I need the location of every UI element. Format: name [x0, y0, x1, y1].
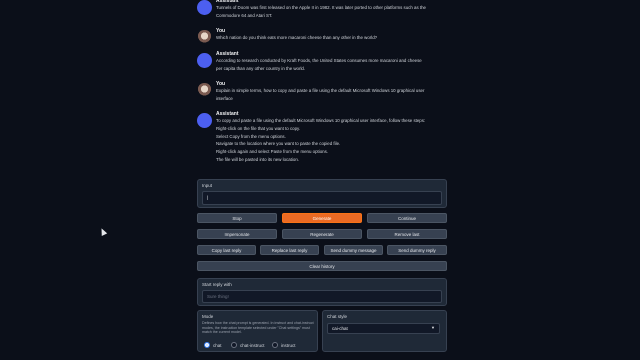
mode-option-chat-instruct[interactable]: chat-instruct: [231, 342, 265, 348]
assistant-avatar: [197, 0, 212, 15]
send-dummy-reply-button[interactable]: Send dummy reply: [387, 245, 447, 255]
message-line: Which nation do you think eats more maca…: [216, 35, 378, 40]
message-text: According to research conducted by Kraft…: [216, 57, 444, 73]
message-line: Explain in simple terms, how to copy and…: [216, 88, 425, 93]
mode-label: Mode: [202, 314, 214, 319]
regenerate-button[interactable]: Regenerate: [282, 229, 362, 239]
mode-option-label: instruct: [281, 342, 296, 348]
chat-style-select[interactable]: cai-chat ▼: [327, 323, 440, 334]
chat-style-panel: Chat style cai-chat ▼: [322, 310, 447, 352]
copy-last-reply-button[interactable]: Copy last reply: [197, 245, 256, 255]
message-text: Tunnels of Doom was first released on th…: [216, 4, 444, 20]
input-textarea[interactable]: |: [202, 191, 442, 205]
generate-button[interactable]: Generate: [282, 213, 362, 223]
mouse-pointer-icon: [98, 227, 108, 236]
mode-panel: Mode Defines how the chat prompt is gene…: [197, 310, 318, 352]
user-avatar: [197, 83, 212, 98]
radio-dot-icon: [272, 342, 278, 348]
replace-last-reply-button[interactable]: Replace last reply: [260, 245, 319, 255]
chevron-down-icon: ▼: [431, 325, 435, 330]
message-line: per capita than any other country in the…: [216, 65, 306, 71]
send-dummy-message-button[interactable]: Send dummy message: [324, 245, 383, 255]
message-line: The file will be pasted into its new loc…: [216, 156, 299, 162]
assistant-avatar: [197, 53, 212, 68]
message-text: Which nation do you think eats more maca…: [216, 34, 444, 42]
user-avatar: [197, 30, 212, 45]
message-line: According to research conducted by Kraft…: [216, 58, 422, 63]
remove-last-button[interactable]: Remove last: [367, 229, 447, 239]
input-panel: Input |: [197, 179, 447, 208]
assistant-avatar: [197, 113, 212, 128]
continue-button[interactable]: Continue: [367, 213, 447, 223]
stop-button[interactable]: Stop: [197, 213, 277, 223]
start-reply-panel: Start reply with Sure thing!: [197, 278, 447, 306]
radio-dot-icon: [231, 342, 237, 348]
message-line: Select Copy from the menu options.: [216, 133, 286, 139]
mode-option-label: chat: [213, 342, 222, 348]
message-text: Explain in simple terms, how to copy and…: [216, 87, 444, 103]
message-line: Tunnels of Doom was first released on th…: [216, 5, 426, 10]
message-line: Right-click again and select Paste from …: [216, 149, 329, 155]
mode-description: Defines how the chat prompt is generated…: [202, 321, 314, 335]
message-line: To copy and paste a file using the defau…: [216, 118, 426, 123]
impersonate-button[interactable]: Impersonate: [197, 229, 277, 239]
clear-history-button[interactable]: Clear history: [197, 261, 447, 271]
start-reply-input[interactable]: Sure thing!: [202, 290, 442, 303]
message-line: Right-click on the file that you want to…: [216, 125, 301, 131]
mode-option-chat[interactable]: chat: [204, 342, 222, 348]
input-label: Input: [202, 183, 213, 188]
radio-dot-icon: [204, 342, 210, 348]
message-line: interface: [216, 95, 233, 101]
mode-option-label: chat-instruct: [240, 342, 265, 348]
message-text: To copy and paste a file using the defau…: [216, 117, 444, 164]
message-line: Navigate to the location where you want …: [216, 141, 341, 147]
mode-option-instruct[interactable]: instruct: [272, 342, 296, 348]
start-reply-label: Start reply with: [202, 282, 232, 287]
chat-style-label: Chat style: [327, 314, 348, 319]
message-line: Commodore 64 and Atari ST.: [216, 12, 273, 18]
chat-style-value: cai-chat: [332, 326, 348, 331]
